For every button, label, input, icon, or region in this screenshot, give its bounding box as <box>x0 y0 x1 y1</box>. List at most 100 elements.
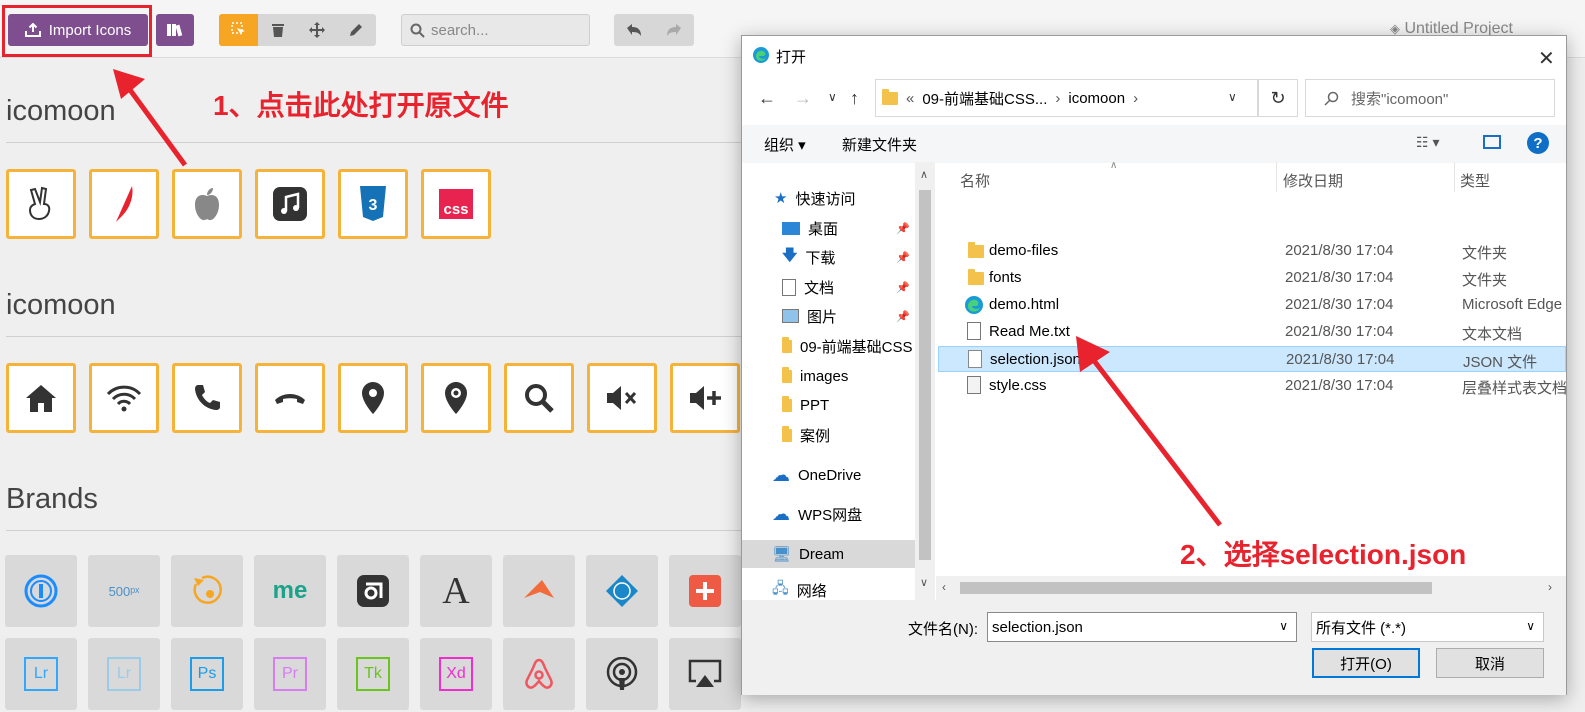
icon-tile[interactable] <box>669 555 741 627</box>
chevron-down-icon[interactable]: ∨ <box>1279 619 1288 633</box>
scroll-thumb[interactable] <box>960 582 1432 594</box>
open-button[interactable]: 打开(O) <box>1312 648 1420 678</box>
icon-tile[interactable] <box>171 555 243 627</box>
preview-pane-icon[interactable] <box>1483 135 1501 149</box>
nav-scrollbar[interactable]: ∧ ∨ <box>915 162 935 600</box>
icon-tile[interactable] <box>6 363 76 433</box>
nav-item-folder[interactable]: 09-前端基础CSS <box>782 332 935 360</box>
dialog-search-field[interactable]: 搜索"icomoon" <box>1305 79 1555 117</box>
nav-item-wps[interactable]: ☁ WPS网盘 <box>772 500 935 528</box>
column-header-type[interactable]: 类型 <box>1460 170 1490 191</box>
file-row[interactable]: demo-files 2021/8/30 17:04 文件夹 <box>956 238 1566 264</box>
icon-tile[interactable]: Tk <box>337 638 409 710</box>
chevron-down-icon[interactable]: ∨ <box>1228 90 1237 104</box>
icon-tile[interactable] <box>5 555 77 627</box>
premiere-icon: Pr <box>273 657 307 691</box>
command-bar: 组织 ▾ 新建文件夹 ☷ ▾ ? <box>742 125 1566 163</box>
up-icon[interactable]: ↑ <box>850 88 859 109</box>
icon-tile[interactable] <box>89 169 159 239</box>
icon-tile[interactable]: css <box>421 169 491 239</box>
undo-button[interactable] <box>614 14 654 46</box>
scroll-right-icon[interactable]: › <box>1548 580 1552 594</box>
refresh-button[interactable]: ↻ <box>1258 79 1298 117</box>
nav-item-folder[interactable]: images <box>782 362 935 390</box>
file-row[interactable]: demo.html 2021/8/30 17:04 Microsoft Edge <box>956 292 1566 318</box>
folder-icon <box>782 395 792 412</box>
icon-tile[interactable]: Pr <box>254 638 326 710</box>
select-tool-button[interactable] <box>219 14 258 46</box>
redo-button[interactable] <box>654 14 694 46</box>
nav-item-documents[interactable]: 文档 📌 <box>782 273 935 301</box>
scroll-down-icon[interactable]: ∨ <box>920 576 928 589</box>
nav-item-folder[interactable]: 案例 <box>782 421 935 449</box>
icon-tile[interactable] <box>669 638 741 710</box>
view-options-icon[interactable]: ☷ ▾ <box>1416 134 1439 151</box>
icon-tile[interactable] <box>172 169 242 239</box>
icon-search-field[interactable]: search... <box>401 14 590 46</box>
scroll-left-icon[interactable]: ‹ <box>942 580 946 594</box>
delete-tool-button[interactable] <box>258 14 297 46</box>
scroll-thumb[interactable] <box>919 190 931 560</box>
nav-item-desktop[interactable]: 桌面 📌 <box>782 214 935 242</box>
edit-tool-button[interactable] <box>336 14 375 46</box>
icon-tile[interactable]: Ps <box>171 638 243 710</box>
icon-tile[interactable] <box>670 363 740 433</box>
icon-tile[interactable] <box>503 555 575 627</box>
icon-tile[interactable] <box>421 363 491 433</box>
file-row-selected[interactable]: selection.json 2021/8/30 17:04 JSON 文件 <box>938 346 1566 372</box>
library-button[interactable] <box>156 14 194 46</box>
icon-tile[interactable]: 500ᵖˣ <box>88 555 160 627</box>
icon-tile[interactable]: me <box>254 555 326 627</box>
breadcrumb-sep: › <box>1133 89 1139 107</box>
icon-tile[interactable]: Lr <box>88 638 160 710</box>
outlook-box-icon <box>357 575 389 607</box>
icon-tile[interactable] <box>6 169 76 239</box>
scroll-up-icon[interactable]: ∧ <box>920 168 928 181</box>
icon-tile[interactable] <box>338 363 408 433</box>
file-row[interactable]: Read Me.txt 2021/8/30 17:04 文本文档 <box>956 319 1566 345</box>
icon-tile[interactable] <box>586 555 658 627</box>
icon-tile[interactable] <box>503 638 575 710</box>
annotation-arrow-1 <box>113 69 188 167</box>
help-icon[interactable]: ? <box>1527 132 1549 154</box>
move-tool-button[interactable] <box>297 14 336 46</box>
nav-item-pictures[interactable]: 图片 📌 <box>782 302 935 330</box>
nav-item-this-pc[interactable]: 🖥 Dream <box>742 540 915 568</box>
nav-item-onedrive[interactable]: ☁ OneDrive <box>772 461 935 489</box>
nav-item-network[interactable]: 🖧 网络 <box>772 576 935 600</box>
icon-tile[interactable]: Lr <box>5 638 77 710</box>
nav-item-downloads[interactable]: 🡇 下载 📌 <box>782 243 935 271</box>
icon-tile[interactable]: Xd <box>420 638 492 710</box>
organize-menu[interactable]: 组织 ▾ <box>764 134 806 155</box>
address-bar[interactable]: « 09-前端基础CSS... › icomoon › ∨ <box>875 79 1258 117</box>
icon-tile[interactable] <box>587 363 657 433</box>
recent-locations-icon[interactable]: ∨ <box>828 90 837 104</box>
lightroom-icon: Lr <box>24 657 58 691</box>
icon-tile[interactable] <box>337 555 409 627</box>
breadcrumb-item[interactable]: icomoon <box>1068 90 1125 107</box>
new-folder-button[interactable]: 新建文件夹 <box>842 134 917 155</box>
file-list-hscroll[interactable]: ‹ › <box>936 576 1566 600</box>
nav-item-folder[interactable]: PPT <box>782 391 935 419</box>
close-icon[interactable]: ✕ <box>1538 46 1555 71</box>
breadcrumb-item[interactable]: 09-前端基础CSS... <box>922 88 1047 109</box>
breadcrumb-overflow[interactable]: « <box>906 90 914 107</box>
icon-tile[interactable] <box>255 363 325 433</box>
back-icon[interactable]: ← <box>758 88 776 109</box>
forward-icon[interactable]: → <box>794 88 812 109</box>
icon-tile[interactable] <box>586 638 658 710</box>
file-row[interactable]: fonts 2021/8/30 17:04 文件夹 <box>956 265 1566 291</box>
file-type-select[interactable]: 所有文件 (*.*) ∨ <box>1311 612 1544 642</box>
column-header-date[interactable]: 修改日期 <box>1283 170 1343 191</box>
icon-tile[interactable] <box>89 363 159 433</box>
icon-tile[interactable]: A <box>420 555 492 627</box>
icon-tile[interactable] <box>255 169 325 239</box>
icon-tile[interactable] <box>504 363 574 433</box>
icon-tile[interactable]: 3 <box>338 169 408 239</box>
filename-input[interactable]: selection.json ∨ <box>987 612 1297 642</box>
icon-tile[interactable] <box>172 363 242 433</box>
column-header-name[interactable]: 名称 <box>960 170 990 191</box>
cancel-button[interactable]: 取消 <box>1436 648 1544 678</box>
file-row[interactable]: style.css 2021/8/30 17:04 层叠样式表文档 <box>956 373 1567 399</box>
nav-item-quick-access[interactable]: ★ 快速访问 <box>774 184 935 212</box>
